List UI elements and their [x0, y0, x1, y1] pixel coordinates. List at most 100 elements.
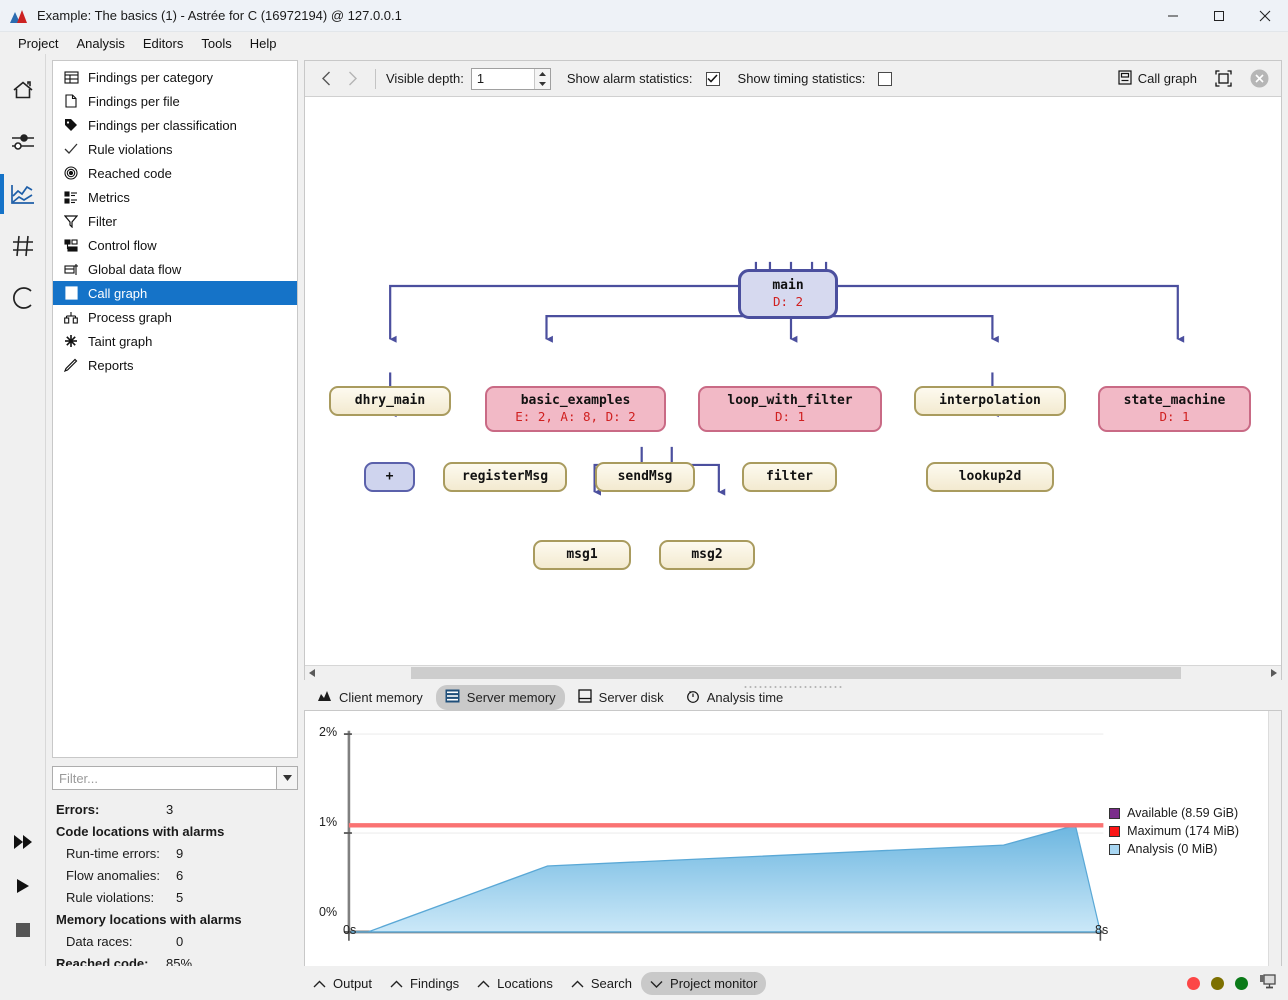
sidebar-item-process-graph[interactable]: Process graph — [53, 305, 297, 329]
graph-horizontal-scrollbar[interactable] — [305, 665, 1281, 679]
analysis-chart-icon[interactable] — [0, 168, 46, 220]
scroll-right-icon[interactable] — [1267, 666, 1281, 680]
sidebar-item-reports[interactable]: Reports — [53, 353, 297, 377]
menu-project[interactable]: Project — [9, 34, 67, 53]
call-graph-panel: Visible depth: 1 Show alarm statistics: … — [304, 60, 1282, 680]
chart-legend: Available (8.59 GiB) Maximum (174 MiB) A… — [1109, 804, 1239, 858]
chart-vertical-scrollbar[interactable] — [1268, 711, 1281, 999]
stat-value-data-races: 0 — [176, 934, 183, 949]
stop-icon[interactable] — [0, 908, 46, 952]
stat-label-runtime-errors: Run-time errors: — [66, 846, 160, 861]
back-arrow-icon[interactable] — [313, 66, 339, 92]
legend-swatch — [1109, 808, 1120, 819]
sidebar-item-rule-violations[interactable]: Rule violations — [53, 137, 297, 161]
status-dot-red — [1187, 977, 1200, 990]
node-label: + — [386, 469, 394, 485]
sidebar-item-label: Control flow — [88, 238, 157, 253]
filter-dropdown-button[interactable] — [276, 766, 298, 790]
tab-client-memory[interactable]: Client memory — [308, 685, 432, 710]
forward-arrow-icon[interactable] — [339, 66, 365, 92]
fast-forward-icon[interactable] — [0, 820, 46, 864]
node-interpolation[interactable]: interpolation — [914, 386, 1066, 416]
sidebar-item-filter[interactable]: Filter — [53, 209, 297, 233]
sidebar-item-label: Reports — [88, 358, 134, 373]
node-filter[interactable]: filter — [742, 462, 837, 492]
node-state_machine[interactable]: state_machine D: 1 — [1098, 386, 1251, 432]
node-msg2[interactable]: msg2 — [659, 540, 755, 570]
statusbar-tab-output[interactable]: Output — [304, 972, 381, 995]
node-stats: D: 2 — [773, 294, 803, 310]
sidebar-item-taint-graph[interactable]: Taint graph — [53, 329, 297, 353]
stepper-down-icon[interactable] — [535, 79, 550, 89]
stepper-arrows[interactable] — [534, 69, 550, 89]
close-circle-button[interactable] — [1246, 67, 1273, 90]
legend-item-available: Available (8.59 GiB) — [1109, 804, 1239, 822]
tab-server-memory[interactable]: Server memory — [436, 685, 565, 710]
scroll-left-icon[interactable] — [305, 666, 319, 680]
filter-input[interactable] — [52, 766, 276, 790]
minimize-button[interactable] — [1150, 0, 1196, 32]
panel-resize-handle[interactable] — [745, 686, 842, 688]
sidebar-item-findings-per-category[interactable]: Findings per category — [53, 65, 297, 89]
tab-server-disk[interactable]: Server disk — [569, 685, 673, 710]
show-alarm-statistics-checkbox[interactable] — [706, 72, 720, 86]
scroll-thumb[interactable] — [411, 667, 1181, 679]
node-label: main — [772, 278, 803, 294]
node-dhry_main[interactable]: dhry_main — [329, 386, 451, 416]
category-table-icon — [61, 69, 81, 85]
play-icon[interactable] — [0, 864, 46, 908]
menu-editors[interactable]: Editors — [134, 34, 192, 53]
sidebar-item-label: Metrics — [88, 190, 130, 205]
fit-to-screen-button[interactable] — [1211, 68, 1236, 89]
node-expand-button[interactable]: + — [364, 462, 415, 492]
stopwatch-icon — [686, 689, 700, 706]
sidebar-item-metrics[interactable]: Metrics — [53, 185, 297, 209]
menu-analysis[interactable]: Analysis — [67, 34, 133, 53]
call-graph-view-label: Call graph — [1138, 71, 1197, 86]
menu-tools[interactable]: Tools — [192, 34, 240, 53]
sidebar-item-reached-code[interactable]: Reached code — [53, 161, 297, 185]
show-timing-statistics-checkbox[interactable] — [878, 72, 892, 86]
sidebar-item-control-flow[interactable]: Control flow — [53, 233, 297, 257]
sidebar-item-findings-per-file[interactable]: Findings per file — [53, 89, 297, 113]
node-sendMsg[interactable]: sendMsg — [595, 462, 695, 492]
settings-sliders-icon[interactable] — [0, 116, 46, 168]
app-logo-icon — [10, 9, 28, 23]
node-stats: D: 1 — [775, 409, 805, 425]
visible-depth-value[interactable]: 1 — [472, 69, 534, 89]
statusbar-tab-search[interactable]: Search — [562, 972, 641, 995]
grid-hash-icon[interactable] — [0, 220, 46, 272]
node-loop_with_filter[interactable]: loop_with_filter D: 1 — [698, 386, 882, 432]
node-lookup2d[interactable]: lookup2d — [926, 462, 1054, 492]
file-icon — [61, 93, 81, 109]
node-basic_examples[interactable]: basic_examples E: 2, A: 8, D: 2 — [485, 386, 666, 432]
letter-c-icon[interactable] — [0, 272, 46, 324]
statusbar-tab-project-monitor[interactable]: Project monitor — [641, 972, 766, 995]
node-msg1[interactable]: msg1 — [533, 540, 631, 570]
visible-depth-stepper[interactable]: 1 — [471, 68, 551, 90]
legend-swatch — [1109, 844, 1120, 855]
stepper-up-icon[interactable] — [535, 69, 550, 79]
close-button[interactable] — [1242, 0, 1288, 32]
filter-row — [52, 766, 298, 790]
maximize-button[interactable] — [1196, 0, 1242, 32]
sidebar-item-findings-per-classification[interactable]: Findings per classification — [53, 113, 297, 137]
node-label: lookup2d — [959, 469, 1022, 485]
sidebar-item-global-data-flow[interactable]: Global data flow — [53, 257, 297, 281]
call-graph-canvas[interactable]: main D: 2 dhry_main basic_examples E: 2,… — [305, 97, 1281, 665]
statusbar-tab-label: Findings — [410, 976, 459, 991]
statusbar-tab-locations[interactable]: Locations — [468, 972, 562, 995]
tab-analysis-time[interactable]: Analysis time — [677, 685, 793, 710]
home-icon[interactable] — [0, 64, 46, 116]
call-graph-view-button[interactable]: Call graph — [1114, 68, 1201, 90]
sidebar-item-label: Findings per category — [88, 70, 213, 85]
node-registerMsg[interactable]: registerMsg — [443, 462, 567, 492]
node-main[interactable]: main D: 2 — [738, 269, 838, 319]
sidebar-item-call-graph[interactable]: Call graph — [53, 281, 297, 305]
menu-help[interactable]: Help — [241, 34, 286, 53]
statusbar-tab-findings[interactable]: Findings — [381, 972, 468, 995]
pen-icon — [61, 357, 81, 373]
server-monitor-icon[interactable] — [1259, 974, 1276, 992]
scroll-track[interactable] — [319, 666, 1267, 680]
main-content: Visible depth: 1 Show alarm statistics: … — [304, 54, 1288, 1000]
